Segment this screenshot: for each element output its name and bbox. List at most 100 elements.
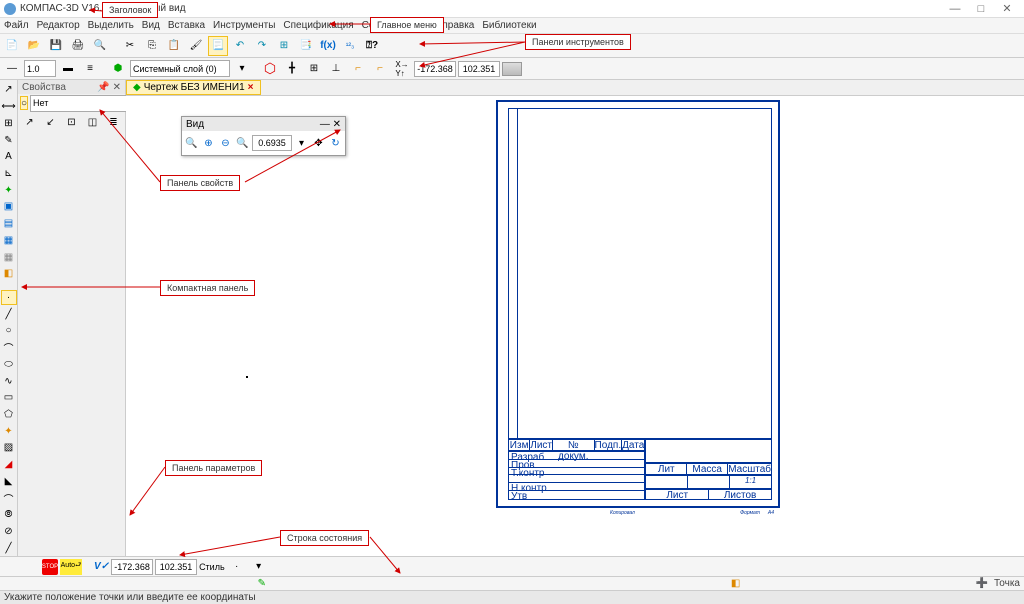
tab-active[interactable]: ◆ Чертеж БЕЗ ИМЕНИ1 × bbox=[126, 80, 261, 95]
ucs-icon[interactable]: ⌐ bbox=[348, 59, 368, 79]
ellipse-tool-icon[interactable]: ⬭ bbox=[1, 356, 17, 372]
extend-tool-icon[interactable]: ╱ bbox=[1, 540, 17, 556]
style-icon[interactable]: ○ bbox=[20, 96, 28, 110]
edit-icon[interactable]: A bbox=[1, 149, 17, 165]
minimize-button[interactable]: — bbox=[942, 3, 968, 15]
grid-icon[interactable]: ⊞ bbox=[304, 59, 324, 79]
save-icon[interactable]: 💾 bbox=[46, 36, 66, 56]
refresh-icon[interactable]: ↻ bbox=[328, 134, 343, 152]
texts-icon[interactable]: ⊞ bbox=[1, 115, 17, 131]
menu-libs[interactable]: Библиотеки bbox=[482, 20, 536, 31]
spec-icon[interactable]: 📑 bbox=[296, 36, 316, 56]
close-button[interactable]: ✕ bbox=[994, 2, 1020, 15]
help-icon[interactable]: ⍰? bbox=[362, 36, 382, 56]
open-icon[interactable]: 📂 bbox=[24, 36, 44, 56]
linetype-icon[interactable]: ≡ bbox=[80, 59, 100, 79]
properties-pin-icon[interactable]: 📌 ✕ bbox=[97, 82, 121, 93]
menu-file[interactable]: Файл bbox=[4, 20, 29, 31]
param-x[interactable] bbox=[111, 559, 153, 575]
copy-icon[interactable]: ⎘ bbox=[142, 36, 162, 56]
param-style-icon[interactable]: · bbox=[227, 557, 247, 577]
prop-i4-icon[interactable]: ◫ bbox=[85, 114, 101, 130]
aux-tool-icon[interactable]: ✦ bbox=[1, 423, 17, 439]
zoom-value[interactable] bbox=[252, 135, 292, 151]
menu-select[interactable]: Выделить bbox=[88, 20, 134, 31]
dim-icon[interactable]: ⟷ bbox=[1, 99, 17, 115]
format-icon[interactable]: 🖌 bbox=[186, 36, 206, 56]
point-tool-icon[interactable]: · bbox=[1, 290, 17, 306]
break-tool-icon[interactable]: ⊘ bbox=[1, 524, 17, 540]
axis-icon[interactable]: ⊥ bbox=[326, 59, 346, 79]
zoom-dd-icon[interactable]: ▾ bbox=[294, 134, 309, 152]
fx-icon[interactable]: f(x) bbox=[318, 36, 338, 56]
menu-view[interactable]: Вид bbox=[142, 20, 160, 31]
measure-icon[interactable]: ✦ bbox=[1, 182, 17, 198]
prop-i2-icon[interactable]: ↙ bbox=[43, 114, 59, 130]
properties-icon[interactable]: 📃 bbox=[208, 36, 228, 56]
rough-icon[interactable]: ✎ bbox=[1, 132, 17, 148]
status-i2-icon[interactable]: ◧ bbox=[728, 576, 744, 592]
undo-icon[interactable]: ↶ bbox=[230, 36, 250, 56]
report-icon[interactable]: ▦ bbox=[1, 249, 17, 265]
snap-icon[interactable]: ⬡ bbox=[260, 59, 280, 79]
maximize-button[interactable]: □ bbox=[968, 3, 994, 15]
menu-tools[interactable]: Инструменты bbox=[213, 20, 275, 31]
coord-y[interactable] bbox=[458, 61, 500, 77]
coord-x[interactable] bbox=[414, 61, 456, 77]
menu-spec[interactable]: Спецификация bbox=[283, 20, 353, 31]
zoom-fit-icon[interactable]: 🔍 bbox=[235, 134, 250, 152]
arc-tool-icon[interactable]: ⌒ bbox=[1, 340, 17, 356]
preview-icon[interactable]: 🔍 bbox=[90, 36, 110, 56]
line-tool-icon[interactable]: ╱ bbox=[1, 306, 17, 322]
zoom-window-icon[interactable]: 🔍 bbox=[184, 134, 199, 152]
spec2-icon[interactable]: ▦ bbox=[1, 232, 17, 248]
cut-icon[interactable]: ✂ bbox=[120, 36, 140, 56]
zoom-out-icon[interactable]: ⊖ bbox=[218, 134, 233, 152]
auto-button[interactable]: Auto⮐ bbox=[60, 559, 82, 575]
geom-icon[interactable]: ↗ bbox=[1, 82, 17, 98]
prop-i5-icon[interactable]: ≣ bbox=[106, 114, 122, 130]
linewidth-select[interactable] bbox=[24, 60, 56, 77]
insert-icon[interactable]: ◧ bbox=[1, 266, 17, 282]
view-panel-close-icon[interactable]: — ✕ bbox=[320, 119, 341, 130]
view-panel-header[interactable]: Вид — ✕ bbox=[182, 117, 345, 131]
param-y[interactable] bbox=[155, 559, 197, 575]
assoc-icon[interactable]: ▤ bbox=[1, 216, 17, 232]
poly-tool-icon[interactable]: ⬠ bbox=[1, 407, 17, 423]
style-icon[interactable]: — bbox=[2, 59, 22, 79]
tab-close-icon[interactable]: × bbox=[248, 82, 254, 93]
vars-icon[interactable]: ¹²₃ bbox=[340, 36, 360, 56]
rect-tool-icon[interactable]: ▭ bbox=[1, 390, 17, 406]
status-i1-icon[interactable]: ✎ bbox=[254, 576, 270, 592]
param-icon[interactable]: ⊾ bbox=[1, 166, 17, 182]
new-icon[interactable]: 📄 bbox=[2, 36, 22, 56]
hatch-tool-icon[interactable]: ▨ bbox=[1, 440, 17, 456]
drawing-canvas[interactable]: Вид — ✕ 🔍 ⊕ ⊖ 🔍 ▾ ✥ ↻ bbox=[126, 96, 1024, 556]
menu-editor[interactable]: Редактор bbox=[37, 20, 80, 31]
zoom-in-icon[interactable]: ⊕ bbox=[201, 134, 216, 152]
linecolor-icon[interactable]: ▬ bbox=[58, 59, 78, 79]
paste-icon[interactable]: 📋 bbox=[164, 36, 184, 56]
xy-icon[interactable]: X→Y↑ bbox=[392, 59, 412, 79]
redo-icon[interactable]: ↷ bbox=[252, 36, 272, 56]
ortho-icon[interactable]: ╋ bbox=[282, 59, 302, 79]
prop-i3-icon[interactable]: ⊡ bbox=[64, 114, 80, 130]
v-checkbox[interactable]: V✓ bbox=[94, 561, 109, 572]
param-dd-icon[interactable]: ▾ bbox=[249, 557, 269, 577]
view-panel[interactable]: Вид — ✕ 🔍 ⊕ ⊖ 🔍 ▾ ✥ ↻ bbox=[181, 116, 346, 156]
lib-icon[interactable]: ⊞ bbox=[274, 36, 294, 56]
layerdd-icon[interactable]: ▾ bbox=[232, 59, 252, 79]
prop-i1-icon[interactable]: ↗ bbox=[22, 114, 38, 130]
rounding-icon[interactable]: ⌐ bbox=[370, 59, 390, 79]
spline-tool-icon[interactable]: ∿ bbox=[1, 373, 17, 389]
select-icon[interactable]: ▣ bbox=[1, 199, 17, 215]
offset-tool-icon[interactable]: ⦾ bbox=[1, 507, 17, 523]
chamfer-tool-icon[interactable]: ◣ bbox=[1, 473, 17, 489]
menu-insert[interactable]: Вставка bbox=[168, 20, 205, 31]
stop-button[interactable]: STOP bbox=[42, 559, 58, 575]
pan-icon[interactable]: ✥ bbox=[311, 134, 326, 152]
fill-tool-icon[interactable]: ◢ bbox=[1, 457, 17, 473]
layer-select[interactable] bbox=[130, 60, 230, 77]
circle-tool-icon[interactable]: ○ bbox=[1, 323, 17, 339]
print-icon[interactable]: 🖨 bbox=[68, 36, 88, 56]
